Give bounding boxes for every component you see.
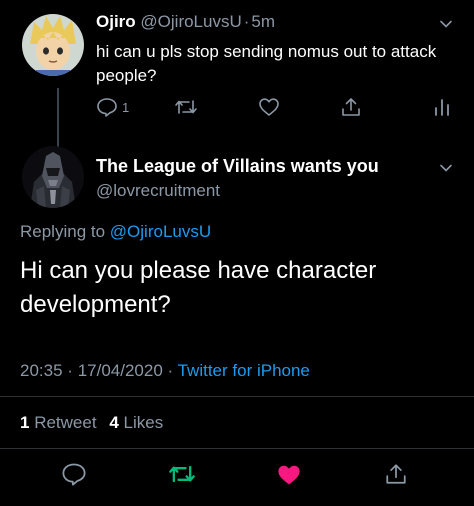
- like-count: 4: [109, 413, 119, 432]
- reply-menu-button[interactable]: [438, 16, 454, 37]
- tweet-date: 17/04/2020: [77, 361, 163, 380]
- reply-handle[interactable]: @OjiroLuvsU: [140, 12, 241, 31]
- main-text: Hi can you please have character develop…: [20, 257, 377, 318]
- main-like-button[interactable]: [276, 463, 302, 492]
- main-handle[interactable]: @lovrecruitment: [96, 181, 220, 201]
- dark-villain-avatar-icon: [22, 146, 84, 208]
- reply-like-button[interactable]: [258, 97, 280, 122]
- reply-avatar[interactable]: [22, 14, 84, 76]
- share-icon: [386, 464, 406, 484]
- tweet-time: 20:35: [20, 361, 63, 380]
- divider: [0, 448, 474, 449]
- meta-separator-2: ·: [167, 361, 174, 380]
- reply-share-button[interactable]: [340, 96, 362, 123]
- analytics-icon: [435, 99, 449, 116]
- retweet-icon: [169, 465, 195, 483]
- reply-header: Ojiro @OjiroLuvsU · 5m: [96, 12, 275, 32]
- retweets-stat[interactable]: 1 Retweet: [20, 413, 97, 432]
- heart-filled-icon: [278, 465, 300, 485]
- replying-to: Replying to @OjiroLuvsU: [20, 222, 211, 242]
- reply-separator: ·: [243, 12, 250, 31]
- share-icon: [342, 98, 360, 116]
- reply-text: hi can u pls stop sending nomus out to a…: [96, 42, 437, 85]
- main-share-button[interactable]: [384, 461, 408, 492]
- chevron-down-icon: [440, 20, 452, 28]
- divider: [0, 396, 474, 397]
- retweet-icon: [175, 100, 197, 114]
- reply-time[interactable]: 5m: [251, 12, 275, 31]
- reply-retweet-button[interactable]: [174, 97, 198, 122]
- comment-icon: [97, 98, 117, 117]
- main-avatar[interactable]: [22, 146, 84, 208]
- comment-icon: [62, 463, 86, 486]
- anime-boy-avatar-icon: [22, 14, 84, 76]
- reply-analytics-button[interactable]: [432, 96, 452, 123]
- reply-count: 1: [122, 99, 130, 115]
- main-menu-button[interactable]: [438, 160, 454, 181]
- tweet-meta: 20:35 · 17/04/2020 · Twitter for iPhone: [20, 361, 310, 381]
- reply-reply-button[interactable]: 1: [96, 97, 129, 117]
- replying-prefix: Replying to: [20, 222, 106, 241]
- engagement-stats: 1 Retweet 4 Likes: [20, 413, 163, 433]
- tweet-source-link[interactable]: Twitter for iPhone: [178, 361, 310, 380]
- reply-display-name[interactable]: Ojiro: [96, 12, 136, 31]
- chevron-down-icon: [440, 164, 452, 172]
- heart-outline-icon: [259, 98, 279, 116]
- main-display-name[interactable]: The League of Villains wants you: [96, 156, 379, 177]
- replying-to-link[interactable]: @OjiroLuvsU: [110, 222, 211, 241]
- retweet-label: Retweet: [34, 413, 97, 432]
- like-label: Likes: [123, 413, 164, 432]
- retweet-count: 1: [20, 413, 30, 432]
- main-retweet-button[interactable]: [168, 462, 196, 491]
- meta-separator: ·: [67, 361, 73, 380]
- likes-stat[interactable]: 4 Likes: [109, 413, 163, 432]
- main-reply-button[interactable]: [61, 462, 87, 491]
- thread-line: [57, 88, 59, 148]
